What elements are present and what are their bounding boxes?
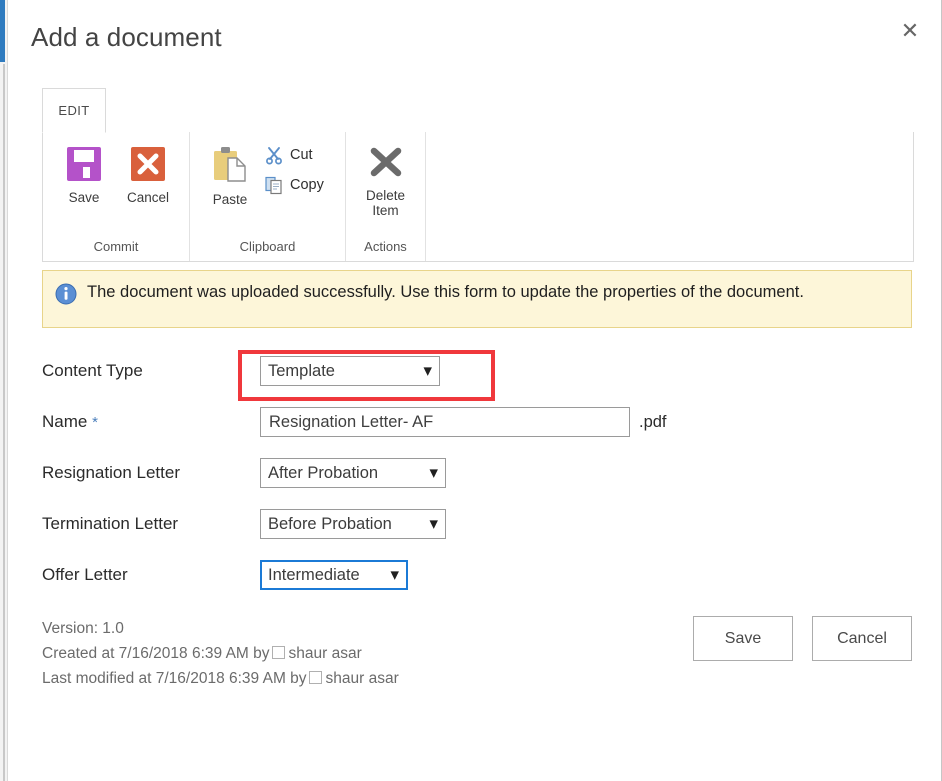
ribbon-empty-area — [425, 132, 913, 261]
ribbon-group-label-commit: Commit — [93, 239, 139, 254]
modified-line: Last modified at 7/16/2018 6:39 AM by sha… — [42, 666, 399, 691]
ribbon-group-label-actions: Actions — [364, 239, 407, 254]
ribbon-copy-label: Copy — [290, 177, 324, 193]
label-termination-letter: Termination Letter — [42, 514, 179, 533]
control-content-type: Template ▼ — [260, 356, 440, 386]
cancel-x-icon — [128, 144, 168, 184]
content-type-value: Template — [268, 361, 335, 380]
cancel-button[interactable]: Cancel — [812, 616, 912, 661]
document-metadata: Version: 1.0 Created at 7/16/2018 6:39 A… — [42, 616, 399, 691]
clipboard-small-buttons: Cut Copy — [260, 140, 328, 198]
ribbon-cut-label: Cut — [290, 147, 313, 163]
ribbon-group-actions: Delete Item Actions — [345, 132, 425, 261]
ribbon: EDIT Save Cancel Commit Paste Cut Copy C… — [42, 88, 914, 262]
label-resignation-letter: Resignation Letter — [42, 463, 180, 482]
chevron-down-icon: ▼ — [390, 568, 399, 582]
form-row-resignation-letter: Resignation Letter After Probation ▼ — [42, 458, 912, 492]
upload-status-banner: The document was uploaded successfully. … — [42, 270, 912, 328]
ribbon-cut-button[interactable]: Cut — [260, 142, 328, 168]
form-row-termination-letter: Termination Letter Before Probation ▼ — [42, 509, 912, 543]
content-type-select[interactable]: Template ▼ — [260, 356, 440, 386]
chevron-down-icon: ▼ — [429, 466, 438, 480]
ribbon-group-label-clipboard: Clipboard — [239, 239, 296, 254]
created-prefix: Created at 7/16/2018 6:39 AM by — [42, 645, 270, 662]
name-input[interactable]: Resignation Letter- AF — [260, 407, 630, 437]
created-line: Created at 7/16/2018 6:39 AM by shaur asa… — [42, 641, 399, 666]
ribbon-cancel-button[interactable]: Cancel — [115, 140, 181, 205]
save-button[interactable]: Save — [693, 616, 793, 661]
modified-prefix: Last modified at 7/16/2018 6:39 AM by — [42, 670, 307, 687]
version-line: Version: 1.0 — [42, 620, 124, 637]
save-floppy-icon — [64, 144, 104, 184]
ribbon-save-button[interactable]: Save — [53, 140, 115, 205]
ribbon-save-label: Save — [68, 190, 100, 205]
chevron-down-icon: ▼ — [429, 517, 438, 531]
label-content-type: Content Type — [42, 361, 143, 380]
ribbon-delete-label-line1: Delete — [365, 188, 406, 203]
created-user[interactable]: shaur asar — [289, 645, 362, 662]
offer-letter-value: Intermediate — [268, 565, 360, 584]
form-action-buttons: Save Cancel — [693, 616, 912, 661]
label-offer-letter: Offer Letter — [42, 565, 128, 584]
ribbon-group-clipboard: Paste Cut Copy Clipboard — [189, 132, 345, 261]
label-name-text: Name — [42, 412, 88, 431]
form-row-name: Name * Resignation Letter- AF .pdf — [42, 407, 912, 441]
vertical-scrollbar[interactable] — [0, 0, 8, 781]
resignation-letter-value: After Probation — [268, 463, 379, 482]
control-name: Resignation Letter- AF .pdf — [260, 407, 667, 437]
close-icon[interactable]: ✕ — [894, 16, 926, 48]
form-row-content-type: Content Type Template ▼ — [42, 356, 912, 390]
avatar-placeholder-icon — [308, 671, 322, 684]
avatar-placeholder-icon — [271, 646, 285, 659]
cut-scissors-icon — [264, 145, 284, 165]
label-name: Name * — [42, 407, 260, 434]
add-document-dialog: Add a document ✕ EDIT Save Cancel Commit… — [0, 0, 942, 781]
name-input-value: Resignation Letter- AF — [269, 412, 434, 431]
ribbon-paste-button[interactable]: Paste — [200, 140, 260, 207]
control-termination-letter: Before Probation ▼ — [260, 509, 446, 539]
chevron-down-icon: ▼ — [423, 364, 432, 378]
control-offer-letter: Intermediate ▼ — [260, 560, 408, 590]
tab-edit[interactable]: EDIT — [42, 88, 106, 133]
scrollbar-thumb[interactable] — [0, 0, 5, 62]
modified-user[interactable]: shaur asar — [326, 670, 399, 687]
delete-x-icon — [366, 144, 406, 182]
scrollbar-track[interactable] — [3, 64, 5, 781]
required-asterisk: * — [92, 414, 98, 431]
ribbon-cancel-label: Cancel — [126, 190, 170, 205]
upload-status-message: The document was uploaded successfully. … — [87, 283, 804, 301]
ribbon-copy-button[interactable]: Copy — [260, 172, 328, 198]
file-extension-label: .pdf — [639, 412, 667, 431]
termination-letter-value: Before Probation — [268, 514, 392, 533]
resignation-letter-select[interactable]: After Probation ▼ — [260, 458, 446, 488]
copy-pages-icon — [264, 175, 284, 195]
ribbon-delete-label-line2: Item — [372, 203, 399, 218]
ribbon-delete-item-button[interactable]: Delete Item — [357, 140, 415, 218]
termination-letter-select[interactable]: Before Probation ▼ — [260, 509, 446, 539]
info-icon — [55, 283, 77, 305]
paste-clipboard-icon — [209, 144, 251, 186]
ribbon-tabstrip: EDIT — [42, 88, 914, 133]
offer-letter-select[interactable]: Intermediate ▼ — [260, 560, 408, 590]
control-resignation-letter: After Probation ▼ — [260, 458, 446, 488]
form-row-offer-letter: Offer Letter Intermediate ▼ — [42, 560, 912, 594]
document-properties-form: Content Type Template ▼ Name * Resignati… — [42, 356, 912, 611]
ribbon-paste-label: Paste — [212, 192, 248, 207]
ribbon-body: Save Cancel Commit Paste Cut Copy Clipbo… — [42, 132, 914, 262]
dialog-title: Add a document — [31, 22, 222, 52]
ribbon-group-commit: Save Cancel Commit — [43, 132, 189, 261]
